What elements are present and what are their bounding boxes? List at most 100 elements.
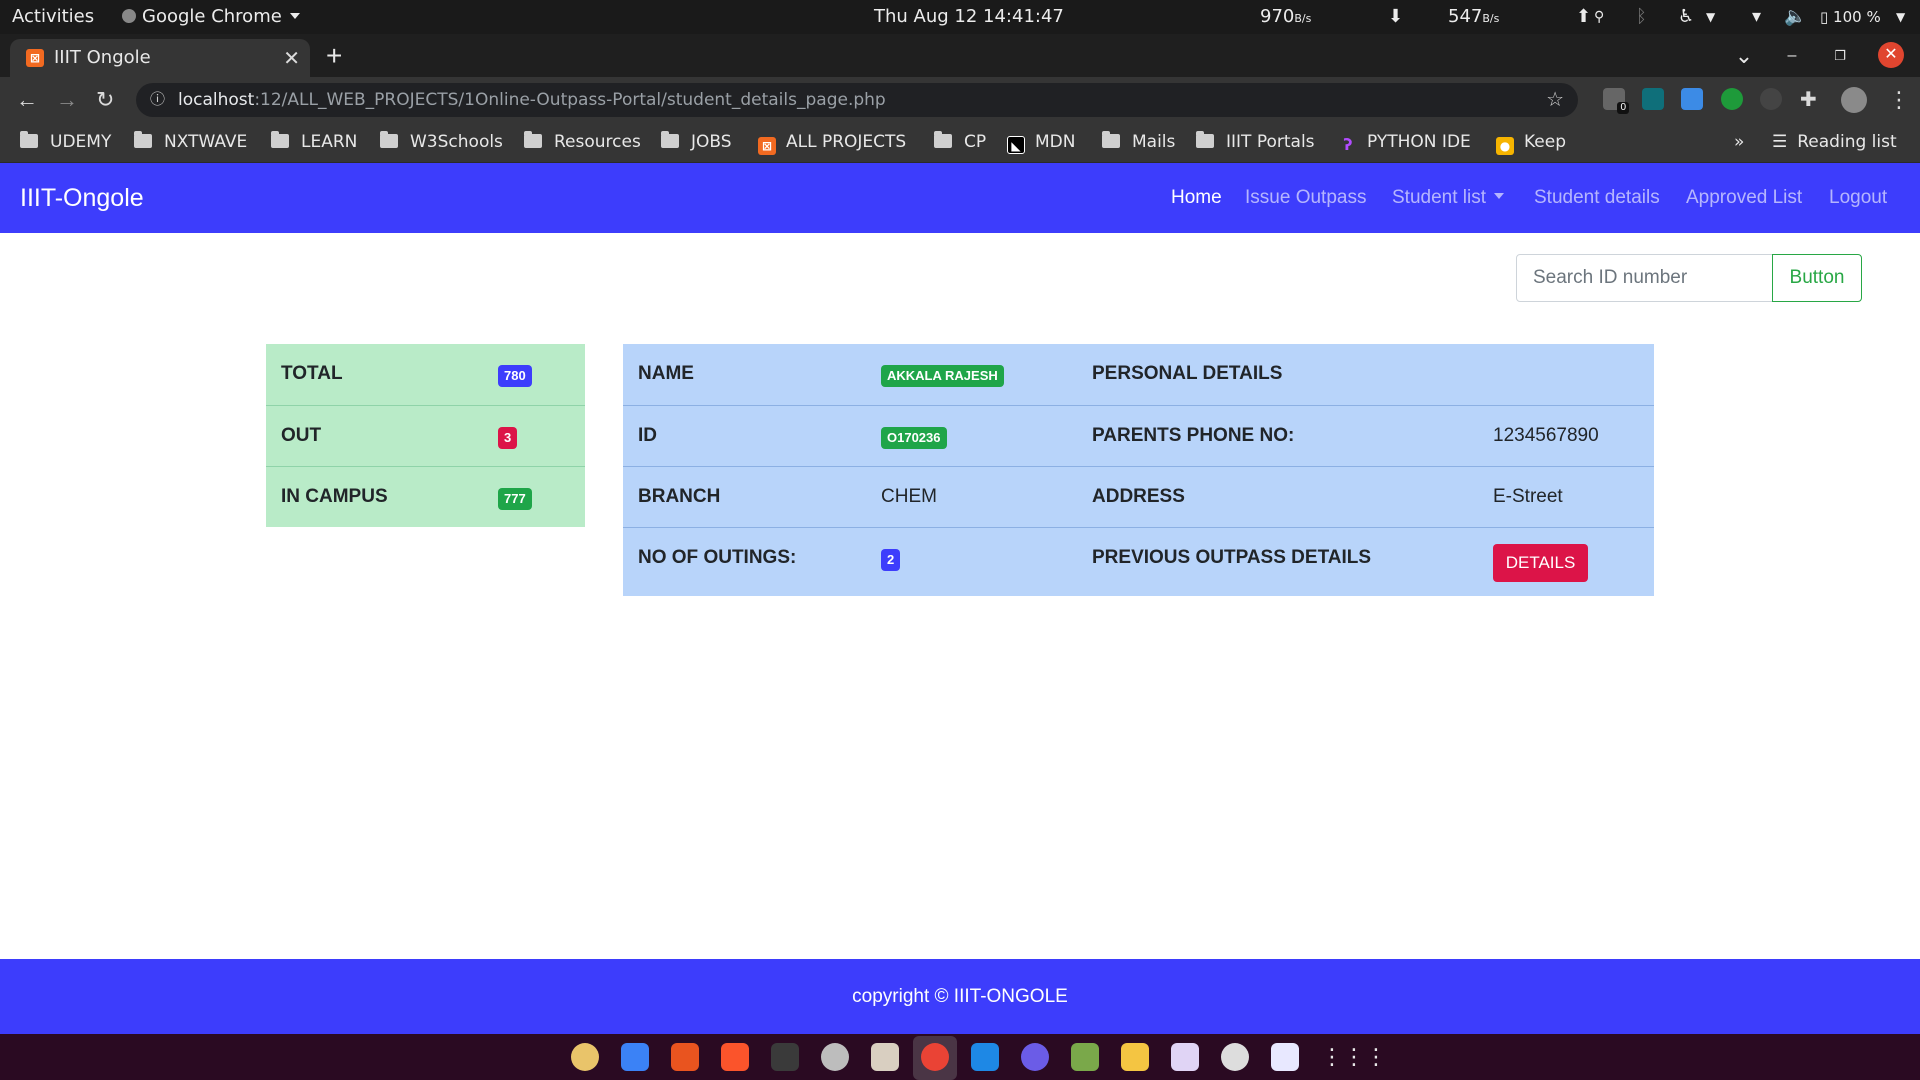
forward-icon[interactable]: → (56, 77, 78, 123)
disk-utility-icon[interactable] (1221, 1043, 1249, 1071)
nav-logout[interactable]: Logout (1829, 163, 1887, 233)
stats-row-in-campus: IN CAMPUS 777 (266, 466, 585, 527)
navbar-brand[interactable]: IIIT-Ongole (20, 163, 144, 233)
kebab-menu-icon[interactable]: ⋮ (1888, 77, 1910, 123)
folder-icon (934, 131, 952, 148)
system-monitor-icon[interactable] (1071, 1043, 1099, 1071)
caret-down-icon (1494, 193, 1504, 199)
bookmark-mdn[interactable]: ◣ MDN (1007, 123, 1075, 161)
browser-tab[interactable]: ⊠ IIIT Ongole ✕ (10, 39, 310, 77)
url-text[interactable]: localhost:12/ALL_WEB_PROJECTS/1Online-Ou… (178, 83, 886, 117)
url-path: :12/ALL_WEB_PROJECTS/1Online-Outpass-Por… (254, 90, 886, 110)
tab-search-icon[interactable]: ⌄ (1730, 34, 1758, 77)
site-info-icon[interactable]: ⓘ (150, 83, 165, 117)
personal-details-heading: PERSONAL DETAILS (1092, 363, 1283, 384)
vscode-icon[interactable] (971, 1043, 999, 1071)
search-button[interactable]: Button (1772, 254, 1862, 302)
app-grid-icon[interactable]: ⋮⋮⋮ (1321, 1043, 1387, 1071)
eclipse-icon[interactable] (1021, 1043, 1049, 1071)
app-menu[interactable]: Google Chrome (122, 0, 300, 34)
github-extension-icon[interactable] (1760, 88, 1782, 110)
name-badge: AKKALA RAJESH (881, 365, 1004, 387)
system-menu-chevron-icon[interactable]: ▼ (1896, 0, 1905, 34)
nav-approved-list[interactable]: Approved List (1686, 163, 1802, 233)
chevron-down-icon (289, 13, 300, 19)
nav-student-details[interactable]: Student details (1534, 163, 1660, 233)
nav-home[interactable]: Home (1171, 163, 1222, 233)
files-icon[interactable] (871, 1043, 899, 1071)
outpass-stats-table: TOTAL 780 OUT 3 IN CAMPUS 777 (266, 344, 585, 527)
extensions-puzzle-icon[interactable]: ✚ (1800, 77, 1817, 123)
wifi-icon[interactable]: ▾ (1752, 0, 1761, 34)
bookmark-all-projects[interactable]: ⊠ ALL PROJECTS (758, 123, 906, 161)
restore-icon[interactable]: ❐ (1826, 34, 1854, 77)
clock[interactable]: Thu Aug 12 14:41:47 (874, 0, 1064, 34)
python-icon: ʔ (1343, 135, 1353, 154)
nav-issue-outpass[interactable]: Issue Outpass (1245, 163, 1366, 233)
bookmark-keep[interactable]: ● Keep (1496, 123, 1566, 161)
folder-icon (1102, 131, 1120, 148)
bookmark-nxtwave[interactable]: NXTWAVE (134, 123, 247, 161)
reload-icon[interactable]: ↻ (96, 77, 114, 123)
details-button[interactable]: DETAILS (1493, 544, 1588, 582)
upload-speed-value: 547 (1448, 6, 1483, 27)
folder-icon (380, 131, 398, 148)
chrome-icon[interactable] (921, 1043, 949, 1071)
branch-value: CHEM (881, 486, 937, 507)
address-bar[interactable]: ⓘ localhost:12/ALL_WEB_PROJECTS/1Online-… (136, 83, 1578, 117)
terminal-icon[interactable] (771, 1043, 799, 1071)
bookmark-learn[interactable]: LEARN (271, 123, 357, 161)
reading-list-label: Reading list (1797, 132, 1897, 152)
stats-badge: 777 (498, 488, 532, 510)
n-extension-icon[interactable] (1642, 88, 1664, 110)
activities-button[interactable]: Activities (12, 0, 94, 34)
nav-student-list[interactable]: Student list (1392, 163, 1504, 233)
bookmark-jobs[interactable]: JOBS (661, 123, 732, 161)
extension-badge-icon[interactable]: 0 (1603, 88, 1629, 114)
bookmark-udemy[interactable]: UDEMY (20, 123, 111, 161)
bookmark-label: CP (964, 132, 987, 152)
tab-title: IIIT Ongole (54, 47, 151, 68)
text-editor-icon[interactable] (1271, 1043, 1299, 1071)
text-document-icon[interactable] (621, 1043, 649, 1071)
bookmark-mails[interactable]: Mails (1102, 123, 1175, 161)
stats-row-total: TOTAL 780 (266, 344, 585, 405)
bookmark-cp[interactable]: CP (934, 123, 986, 161)
window-close-icon[interactable]: ✕ (1878, 42, 1904, 68)
folder-icon (1196, 131, 1214, 148)
bookmark-resources[interactable]: Resources (524, 123, 641, 161)
settings-icon[interactable] (821, 1043, 849, 1071)
bookmark-label: Mails (1132, 132, 1176, 152)
search-input[interactable] (1516, 254, 1773, 302)
software-store-icon[interactable] (671, 1043, 699, 1071)
stats-badge: 780 (498, 365, 532, 387)
battery-status[interactable]: ▯ 100 % (1820, 0, 1881, 34)
bluetooth-icon: ᛒ (1636, 6, 1647, 27)
bookmark-star-icon[interactable]: ☆ (1546, 83, 1564, 117)
battery-icon: ▯ (1820, 8, 1829, 26)
extension-badge-count: 0 (1617, 102, 1629, 114)
rhythmbox-icon[interactable] (571, 1043, 599, 1071)
image-viewer-icon[interactable] (1121, 1043, 1149, 1071)
stats-label: OUT (281, 425, 322, 446)
accessibility-icon[interactable]: ♿ (1678, 0, 1694, 34)
tree-extension-icon[interactable] (1721, 88, 1743, 110)
bookmark-python-ide[interactable]: ʔ PYTHON IDE (1339, 123, 1470, 161)
site-navbar: IIIT-Ongole Home Issue Outpass Student l… (0, 163, 1920, 233)
new-tab-icon[interactable]: + (326, 34, 342, 77)
volume-icon[interactable]: 🔈 (1784, 0, 1806, 34)
profile-avatar[interactable] (1841, 87, 1867, 113)
copy-extension-icon[interactable] (1681, 88, 1703, 110)
student-details-table: NAME AKKALA RAJESH PERSONAL DETAILS ID O… (623, 344, 1654, 596)
bookmark-iiit-portals[interactable]: IIIT Portals (1196, 123, 1315, 161)
stats-row-out: OUT 3 (266, 405, 585, 466)
accessibility-menu-chevron-icon[interactable]: ▼ (1706, 0, 1715, 34)
bookmarks-overflow-icon[interactable]: » (1734, 123, 1744, 161)
brave-browser-icon[interactable] (721, 1043, 749, 1071)
back-icon[interactable]: ← (16, 77, 38, 123)
bookmark-w3schools[interactable]: W3Schools (380, 123, 503, 161)
tab-close-icon[interactable]: ✕ (283, 39, 300, 77)
minimize-icon[interactable]: – (1778, 34, 1806, 77)
reading-list-button[interactable]: ☰ Reading list (1772, 123, 1897, 161)
screenshot-icon[interactable] (1171, 1043, 1199, 1071)
